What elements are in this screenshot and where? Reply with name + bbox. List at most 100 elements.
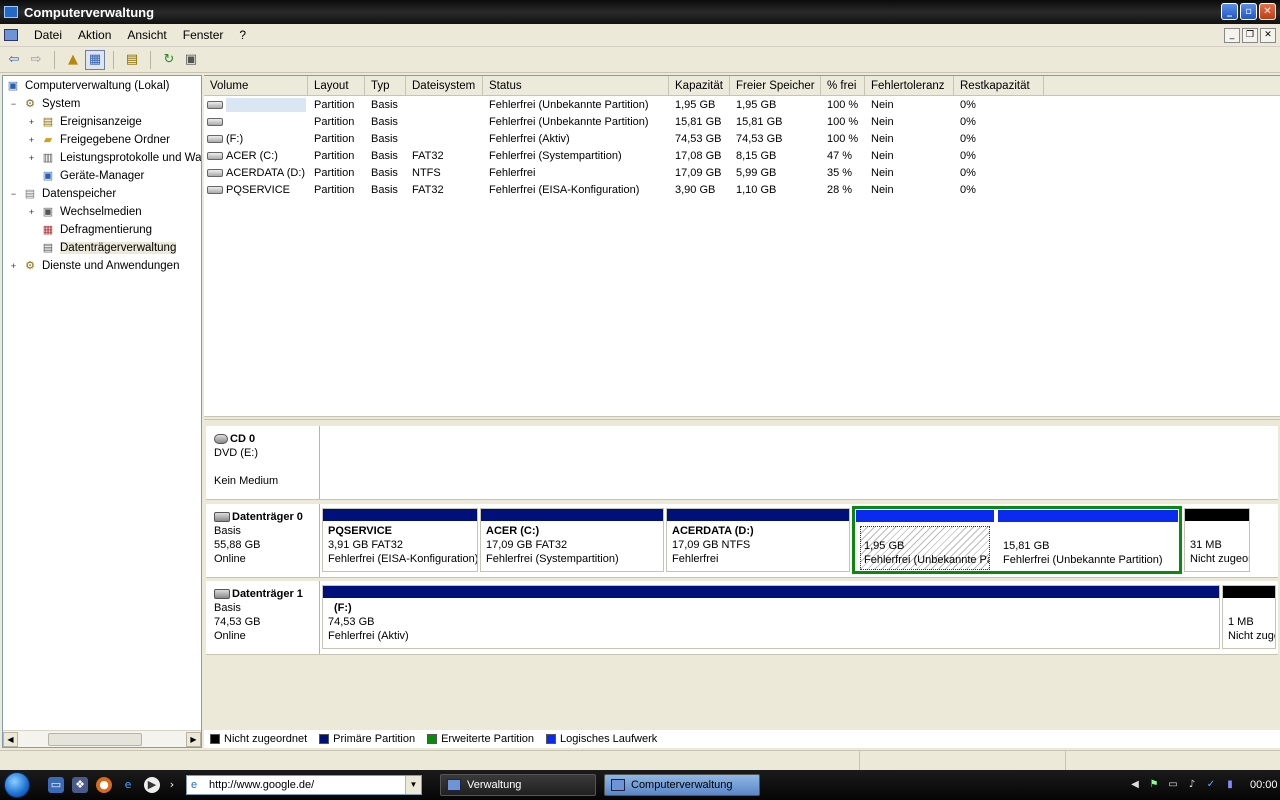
chevron-right-icon[interactable]: › [168,777,176,793]
column-header[interactable]: Status [483,76,669,95]
scroll-thumb[interactable] [48,732,142,746]
tray-expand-icon[interactable]: ◀ [1128,778,1142,792]
partition-acerdata-d[interactable]: ACERDATA (D:) 17,09 GB NTFS Fehlerfrei [666,508,850,572]
taskbar-button-computerverwaltung[interactable]: Computerverwaltung [604,774,760,796]
volume-row[interactable]: Partition Basis Fehlerfrei (Unbekannte Par… [204,96,1280,113]
maximize-button[interactable]: ▫ [1240,3,1257,20]
volume-row[interactable]: ACERDATA (D:) Partition Basis NTFS Fehlerfre… [204,164,1280,181]
partition-unallocated[interactable]: 1 MB Nicht zugeordnet [1222,585,1276,649]
column-header[interactable]: Restkapazität [954,76,1044,95]
legend-swatch [210,734,220,744]
partition-f[interactable]: (F:) 74,53 GB Fehlerfrei (Aktiv) [322,585,1220,649]
collapse-icon[interactable]: − [9,99,18,109]
menu-ansicht[interactable]: Ansicht [119,28,174,42]
network-icon[interactable]: ⚑ [1147,778,1161,792]
partition-name: (F:) [334,602,352,614]
expand-icon[interactable]: + [27,117,36,127]
volume-row[interactable]: (F:) Partition Basis Fehlerfrei (Aktiv) 74,5… [204,130,1280,147]
tree-item-dienste[interactable]: + ⚙ Dienste und Anwendungen [3,257,201,275]
column-header[interactable]: Fehlertoleranz [865,76,954,95]
menu-aktion[interactable]: Aktion [70,28,119,42]
partition-logical-1[interactable]: 1,95 GB Fehlerfrei (Unbekannte Partition… [856,510,994,570]
column-header-filler [1044,76,1280,95]
tree-item-wechselmedien[interactable]: + ▣ Wechselmedien [3,203,201,221]
menu-fenster[interactable]: Fenster [175,28,232,42]
expand-icon[interactable]: + [27,135,36,145]
device-manager-icon: ▣ [42,170,54,182]
column-header[interactable]: Typ [365,76,406,95]
tree-horizontal-scrollbar[interactable]: ◀ ▶ [3,730,201,747]
expand-icon[interactable]: + [27,207,36,217]
partition-logical-2[interactable]: 15,81 GB Fehlerfrei (Unbekannte Partitio… [998,510,1178,570]
column-header[interactable]: Layout [308,76,365,95]
disk-info[interactable]: CD 0 DVD (E:) Kein Medium [206,426,320,499]
refresh-icon[interactable]: ↻ [159,50,179,70]
expand-icon[interactable]: + [27,153,36,163]
column-header[interactable]: Dateisystem [406,76,483,95]
tree-item-geraete-manager[interactable]: ▣ Geräte-Manager [3,167,201,185]
monitor-icon[interactable]: ▭ [1166,778,1180,792]
disk-info[interactable]: Datenträger 0 Basis 55,88 GB Online [206,504,320,577]
partition-acer-c[interactable]: ACER (C:) 17,09 GB FAT32 Fehlerfrei (Sys… [480,508,664,572]
tree-item-computerverwaltung[interactable]: ▣ Computerverwaltung (Lokal) [3,77,201,95]
firefox-icon[interactable]: ● [96,777,112,793]
column-header[interactable]: % frei [821,76,865,95]
close-button[interactable]: ✕ [1259,3,1276,20]
tree-item-defragmentierung[interactable]: ▦ Defragmentierung [3,221,201,239]
expand-icon[interactable]: + [9,261,18,271]
tree-item-datenspeicher[interactable]: − ▤ Datenspeicher [3,185,201,203]
column-header[interactable]: Kapazität [669,76,730,95]
volume-icon[interactable]: ♪ [1185,778,1199,792]
security-icon[interactable]: ✓ [1204,778,1218,792]
menu-datei[interactable]: Datei [26,28,70,42]
primary-partition-bar [667,509,849,521]
show-desktop-icon[interactable]: ▭ [48,777,64,793]
partition-pqservice[interactable]: PQSERVICE 3,91 GB FAT32 Fehlerfrei (EISA… [322,508,478,572]
volume-cell: FAT32 [412,149,444,162]
menu-help[interactable]: ? [231,28,254,42]
column-header[interactable]: Freier Speicher [730,76,821,95]
disk-row-cd0[interactable]: CD 0 DVD (E:) Kein Medium [206,426,1278,500]
taskbar-button-verwaltung[interactable]: Verwaltung [440,774,596,796]
partition-unallocated[interactable]: 31 MB Nicht zugeordnet [1184,508,1250,572]
show-tree-icon[interactable]: ▦ [85,49,105,70]
address-input[interactable] [209,779,405,791]
properties-icon[interactable]: ▤ [122,50,142,70]
internet-explorer-icon[interactable]: e [120,777,136,793]
disk-info[interactable]: Datenträger 1 Basis 74,53 GB Online [206,581,320,654]
volume-cell: 74,53 GB [675,132,722,145]
clock[interactable]: 00:00 [1250,779,1278,791]
up-folder-icon[interactable]: ▲ [63,50,83,70]
child-minimize-button[interactable]: _ [1224,28,1240,43]
tree-item-system[interactable]: − ⚙ System [3,95,201,113]
volume-row[interactable]: PQSERVICE Partition Basis FAT32 Fehlerfrei (… [204,181,1280,198]
child-restore-button[interactable]: ❐ [1242,28,1258,43]
tree-item-ereignisanzeige[interactable]: + ▤ Ereignisanzeige [3,113,201,131]
media-player-icon[interactable]: ▶ [144,777,160,793]
start-button[interactable] [0,770,34,800]
back-arrow-icon[interactable]: ⇦ [4,50,24,70]
volume-row[interactable]: ACER (C:) Partition Basis FAT32 Fehlerfrei (… [204,147,1280,164]
partition-name: ACER (C:) [486,525,540,537]
help-icon[interactable]: ▣ [181,50,201,70]
tree-item-leistungsprotokolle[interactable]: + ▥ Leistungsprotokolle und Warnungen [3,149,201,167]
disk-row-0[interactable]: Datenträger 0 Basis 55,88 GB Online PQSE… [206,504,1278,578]
tree-item-datentraegerverwaltung[interactable]: ▤ Datenträgerverwaltung [3,239,201,257]
column-header[interactable]: Volume [204,76,308,95]
child-window-controls: _ ❐ ✕ [1224,28,1276,43]
dropdown-arrow-icon[interactable]: ▼ [405,776,421,794]
mdi-window-icon[interactable] [4,29,18,41]
computer-icon: ▣ [7,80,19,92]
disk-row-1[interactable]: Datenträger 1 Basis 74,53 GB Online (F:)… [206,581,1278,655]
switch-windows-icon[interactable]: ❖ [72,777,88,793]
battery-icon[interactable]: ▮ [1223,778,1237,792]
scroll-right-icon[interactable]: ▶ [186,731,201,747]
child-close-button[interactable]: ✕ [1260,28,1276,43]
minimize-button[interactable]: _ [1221,3,1238,20]
scroll-left-icon[interactable]: ◀ [3,731,18,747]
volume-row[interactable]: Partition Basis Fehlerfrei (Unbekannte Par… [204,113,1280,130]
tree-item-freigegebene-ordner[interactable]: + ▰ Freigegebene Ordner [3,131,201,149]
collapse-icon[interactable]: − [9,189,18,199]
internet-explorer-icon: e [191,779,198,791]
forward-arrow-icon[interactable]: ⇨ [26,50,46,70]
